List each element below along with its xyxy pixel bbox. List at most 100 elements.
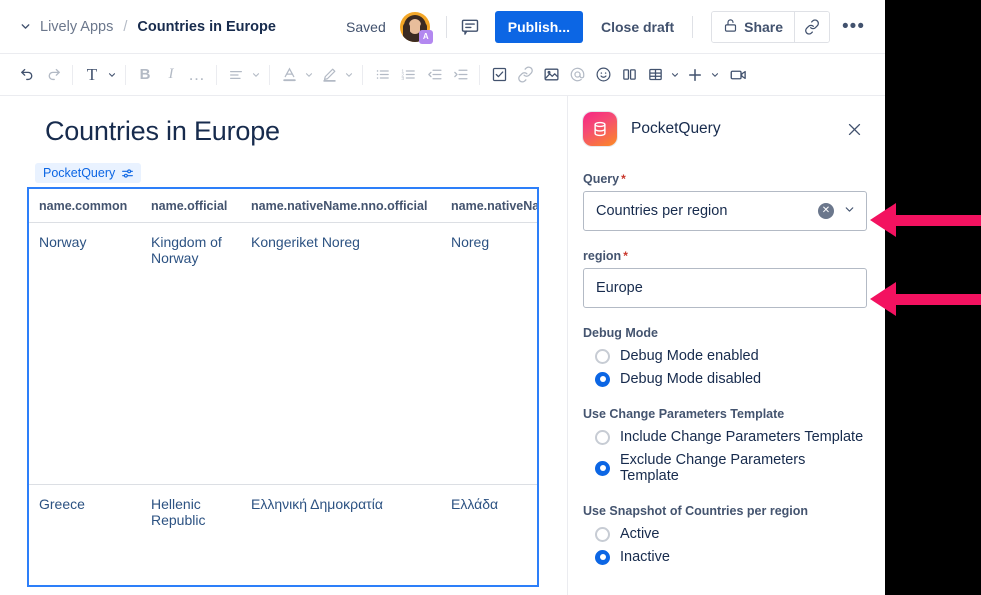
region-input[interactable]: Europe [583,268,867,308]
table-cell: Hellenic Republic [141,485,241,588]
macro-badge-pocketquery[interactable]: PocketQuery [35,163,141,183]
panel-app-name: PocketQuery [631,120,827,138]
publish-button[interactable]: Publish... [495,11,583,43]
share-button[interactable]: Share [712,12,795,42]
breadcrumb-separator: / [123,19,127,35]
radio-button [595,349,610,364]
region-label-text: region [583,249,621,263]
alignment-dropdown[interactable] [223,62,263,88]
snapshot-group-label: Use Snapshot of Countries per region [583,504,867,518]
unlock-icon [723,18,738,36]
chevron-down-icon[interactable] [843,203,856,219]
column-header: name.nativeName.nno.official [241,189,441,223]
table-dropdown[interactable] [642,62,682,88]
column-header: name.nativeNa [441,189,539,223]
chevron-down-icon [249,62,263,88]
highlight-icon [316,62,342,88]
toolbar-divider-6 [479,65,480,85]
debug-mode-group-label: Debug Mode [583,326,867,340]
table-cell: Kingdom of Norway [141,223,241,485]
radio-button-selected [595,461,610,476]
align-left-icon [223,62,249,88]
breadcrumb-current-page: Countries in Europe [137,19,276,35]
required-marker: * [623,249,628,263]
undo-icon[interactable] [14,62,40,88]
table-icon [642,62,668,88]
radio-label: Debug Mode disabled [620,371,761,387]
radio-snapshot-active[interactable]: Active [595,526,867,542]
radio-button-selected [595,372,610,387]
bullet-list-icon[interactable] [369,62,395,88]
copy-link-icon[interactable] [795,12,829,42]
close-icon[interactable] [841,116,867,142]
toolbar-divider-3 [216,65,217,85]
chevron-down-icon [668,62,682,88]
more-formatting-icon[interactable]: … [184,62,210,88]
task-list-icon[interactable] [486,62,512,88]
radio-label: Exclude Change Parameters Template [620,452,867,484]
region-field-label: region * [583,249,867,263]
close-draft-button[interactable]: Close draft [591,11,684,43]
outdent-icon[interactable] [421,62,447,88]
highlight-dropdown[interactable] [316,62,356,88]
pocketquery-result-table[interactable]: name.common name.official name.nativeNam… [27,187,539,587]
query-label-text: Query [583,172,619,186]
redo-icon[interactable] [40,62,66,88]
text-style-dropdown[interactable]: T [79,62,119,88]
radio-exclude-change-parameters[interactable]: Exclude Change Parameters Template [595,452,867,484]
radio-include-change-parameters[interactable]: Include Change Parameters Template [595,429,867,445]
radio-button [595,527,610,542]
breadcrumb-space[interactable]: Lively Apps [40,19,113,35]
header-divider [446,16,447,38]
settings-sliders-icon[interactable] [121,167,134,180]
radio-button [595,430,610,445]
clear-circle-icon[interactable]: ✕ [818,203,834,219]
radio-snapshot-inactive[interactable]: Inactive [595,549,867,565]
radio-debug-enabled[interactable]: Debug Mode enabled [595,348,867,364]
bold-icon[interactable]: B [132,62,158,88]
table-cell: Norway [29,223,141,485]
macro-config-panel: PocketQuery Query * Countries per region… [569,96,885,595]
mention-icon[interactable] [564,62,590,88]
toolbar-divider-1 [72,65,73,85]
insert-dropdown[interactable] [682,62,722,88]
breadcrumb-collapse-chevron-icon[interactable] [14,16,36,38]
chevron-down-icon [302,62,316,88]
results-table: name.common name.official name.nativeNam… [29,189,539,587]
share-button-group: Share [711,11,830,43]
avatar[interactable]: A [400,12,430,42]
save-status: Saved [346,19,386,35]
video-icon[interactable] [725,62,751,88]
indent-icon[interactable] [447,62,473,88]
table-row: Greece Hellenic Republic Ελληνική Δημοκρ… [29,485,539,588]
page-header: Lively Apps / Countries in Europe Saved … [0,0,885,54]
table-header-row: name.common name.official name.nativeNam… [29,189,539,223]
radio-label: Include Change Parameters Template [620,429,863,445]
radio-debug-disabled[interactable]: Debug Mode disabled [595,371,867,387]
emoji-icon[interactable] [590,62,616,88]
text-color-dropdown[interactable] [276,62,316,88]
italic-icon[interactable]: I [158,62,184,88]
table-cell: Ελληνική Δημοκρατία [241,485,441,588]
required-marker: * [621,172,626,186]
column-header: name.common [29,189,141,223]
link-icon[interactable] [512,62,538,88]
column-header: name.official [141,189,241,223]
change-parameters-group-label: Use Change Parameters Template [583,407,867,421]
comment-icon[interactable] [455,12,485,42]
more-actions-button[interactable]: ••• [836,17,871,36]
query-select[interactable]: Countries per region ✕ [583,191,867,231]
radio-label: Active [620,526,660,542]
document-editor[interactable]: Countries in Europe PocketQuery name.com… [0,96,568,595]
numbered-list-icon[interactable]: 123 [395,62,421,88]
database-icon [583,112,617,146]
chevron-down-icon [708,62,722,88]
table-cell: Kongeriket Noreg [241,223,441,485]
layout-columns-icon[interactable] [616,62,642,88]
app-root: Lively Apps / Countries in Europe Saved … [0,0,981,595]
macro-badge-label: PocketQuery [43,166,115,180]
header-divider-2 [692,16,693,38]
share-button-label: Share [744,19,783,35]
image-icon[interactable] [538,62,564,88]
panel-header: PocketQuery [583,112,867,146]
